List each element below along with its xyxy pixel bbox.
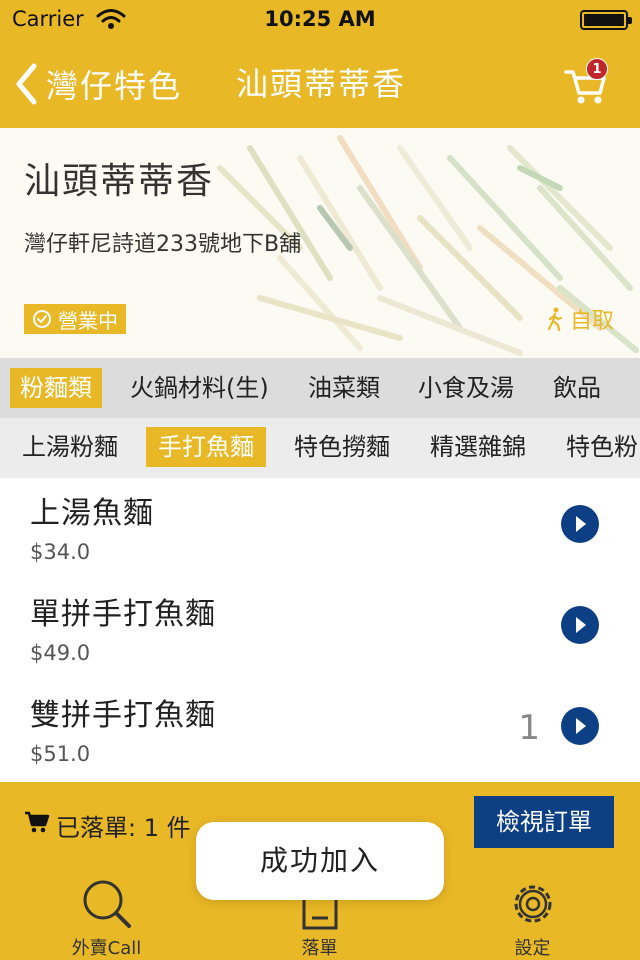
item-name: 上湯魚麵: [30, 496, 154, 531]
subcategory-tab[interactable]: 精選雜錦: [418, 427, 538, 467]
navigation-bar: 灣仔特色 汕頭蒂蒂香 1: [0, 40, 640, 128]
check-circle-icon: [33, 310, 51, 328]
status-bar: Carrier 10:25 AM: [0, 0, 640, 40]
tab-label: 落單: [301, 938, 338, 959]
tab-takeaway[interactable]: 外賣Call: [0, 862, 213, 960]
category-tab[interactable]: 粉麵類: [10, 368, 102, 408]
status-time: 10:25 AM: [264, 7, 376, 31]
item-price: $49.0: [30, 641, 91, 665]
subcategory-tab[interactable]: 上湯粉麵: [10, 427, 130, 467]
subcategory-tab[interactable]: 特色撈麵: [282, 427, 402, 467]
item-name: 單拼手打魚麵: [30, 597, 216, 632]
item-price: $51.0: [30, 742, 91, 766]
category-tab[interactable]: 火鍋材料(生): [120, 368, 279, 408]
category-tab[interactable]: 飲品: [543, 368, 611, 408]
order-count-label: 已落單: 1 件: [56, 814, 191, 842]
view-order-button[interactable]: 檢視訂單: [474, 796, 614, 848]
shop-address: 灣仔軒尼詩道233號地下B舖: [24, 232, 302, 257]
item-quantity: 1: [518, 708, 540, 748]
shop-header: 汕頭蒂蒂香 灣仔軒尼詩道233號地下B舖 營業中 自取: [0, 128, 640, 358]
menu-item[interactable]: 雙拼手打魚麵 $51.0 1: [0, 680, 640, 781]
arrow-right-circle-icon[interactable]: [560, 605, 600, 645]
success-toast: 成功加入: [196, 822, 444, 900]
arrow-right-circle-icon[interactable]: [560, 504, 600, 544]
back-label: 灣仔特色: [46, 67, 183, 105]
open-status-badge: 營業中: [24, 304, 126, 334]
tab-label: 設定: [514, 938, 551, 959]
search-icon: [83, 880, 131, 928]
category-tab[interactable]: 油菜類: [298, 368, 390, 408]
battery-icon: [580, 10, 632, 30]
menu-item[interactable]: 上湯魚麵 $34.0: [0, 478, 640, 579]
menu-item[interactable]: 單拼手打魚麵 $49.0: [0, 579, 640, 680]
cart-button[interactable]: 1: [562, 58, 612, 110]
open-status-label: 營業中: [58, 308, 118, 333]
pickup-label: 自取: [570, 309, 615, 334]
category-tab[interactable]: 小食及湯: [408, 368, 524, 408]
item-price: $34.0: [30, 540, 91, 564]
back-button[interactable]: 灣仔特色: [14, 40, 182, 128]
subcategory-tab[interactable]: 特色粉: [554, 427, 640, 467]
tab-label: 外賣Call: [71, 938, 142, 959]
tab-settings[interactable]: 設定: [426, 862, 639, 960]
gear-icon: [514, 885, 552, 923]
arrow-right-circle-icon[interactable]: [560, 706, 600, 746]
page-title: 汕頭蒂蒂香: [236, 65, 407, 103]
item-name: 雙拼手打魚麵: [30, 698, 216, 733]
pickup-indicator: 自取: [546, 304, 614, 334]
menu-item-list: 上湯魚麵 $34.0 單拼手打魚麵 $49.0 雙拼手打魚麵 $51.0 1: [0, 478, 640, 782]
chevron-left-icon: [16, 63, 37, 105]
subcategory-tab[interactable]: 手打魚麵: [146, 427, 266, 467]
cart-icon: [25, 811, 50, 833]
subcategory-tab-bar: 上湯粉麵 手打魚麵 特色撈麵 精選雜錦 特色粉: [0, 418, 640, 478]
cart-count-badge: 1: [586, 58, 608, 80]
walking-person-icon: [547, 307, 563, 331]
category-tab-bar: 粉麵類 火鍋材料(生) 油菜類 小食及湯 飲品: [0, 358, 640, 418]
shop-name: 汕頭蒂蒂香: [24, 161, 215, 202]
